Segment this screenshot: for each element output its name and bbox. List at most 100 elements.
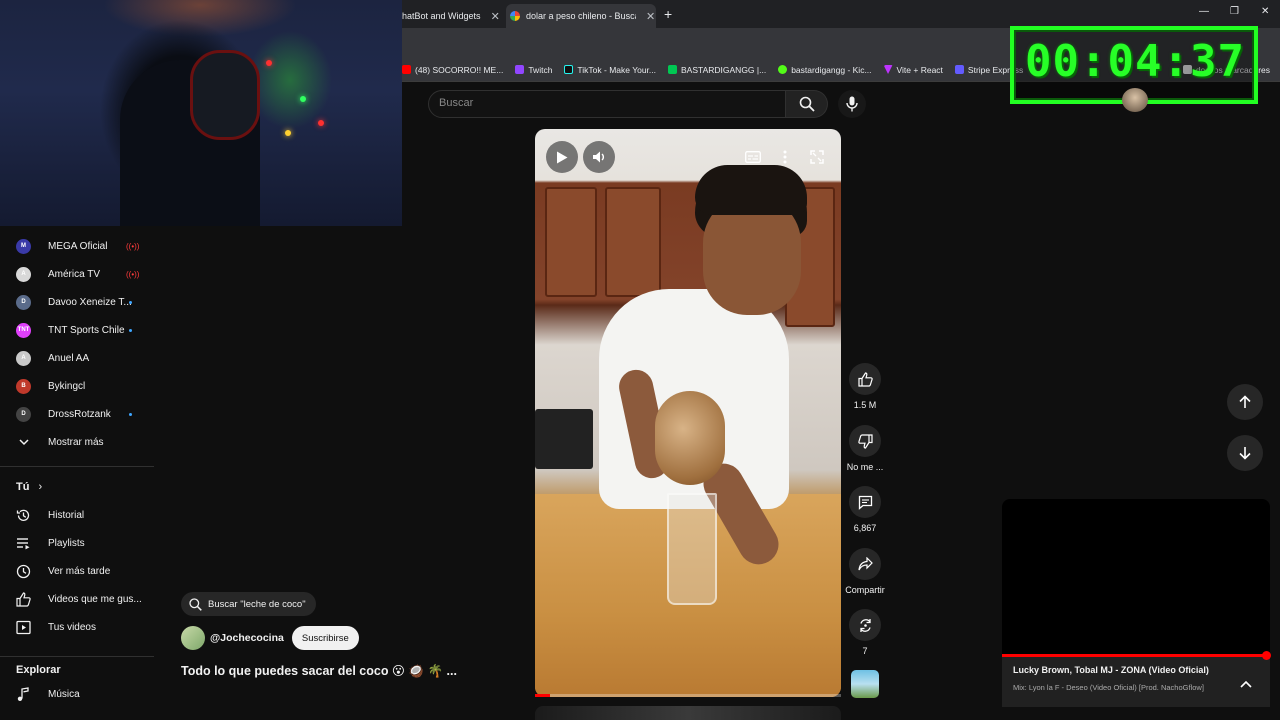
tree-light xyxy=(318,120,324,126)
bookmark[interactable]: BASTARDIGANGG |... xyxy=(668,65,766,75)
fullscreen-icon[interactable] xyxy=(808,149,826,165)
sidebar-item-label: Videos que me gus... xyxy=(48,593,142,605)
tab-title: dolar a peso chileno - Buscar co xyxy=(526,11,636,21)
search-icon xyxy=(189,597,202,611)
mini-player-progress[interactable] xyxy=(1002,654,1266,657)
account-avatar[interactable] xyxy=(1122,88,1148,112)
sidebar-item-watch-later[interactable]: Ver más tarde xyxy=(0,557,154,585)
bookmark[interactable]: Twitch xyxy=(515,65,552,75)
bookmark-label: (48) SOCORRO!! ME... xyxy=(415,64,504,75)
channel-avatar: TNT xyxy=(16,322,31,338)
sidebar-subscription[interactable]: B Bykingcl xyxy=(0,372,154,400)
comments-action[interactable]: 6,867 xyxy=(848,486,882,533)
bookmark[interactable]: TikTok - Make Your... xyxy=(564,65,656,75)
kick-icon xyxy=(778,65,788,74)
next-short-button[interactable] xyxy=(1227,435,1263,471)
stream-timer: 00:04:37 xyxy=(1025,36,1245,87)
tab-title: hatBot and Widgets xyxy=(402,11,481,21)
new-tab-icon[interactable]: + xyxy=(664,6,672,22)
sidebar-item-history[interactable]: Historial xyxy=(0,501,154,529)
kitchen-cabinet xyxy=(605,187,661,297)
play-button[interactable] xyxy=(546,141,578,173)
subscription-label: Anuel AA xyxy=(48,352,90,364)
dislike-button[interactable] xyxy=(849,425,881,457)
bookmark-label: TikTok - Make Your... xyxy=(577,64,657,75)
expand-mini-player-button[interactable] xyxy=(1240,675,1252,693)
browser-tab[interactable]: hatBot and Widgets ✕ xyxy=(402,4,502,28)
subscription-label: DrossRotzank xyxy=(48,408,111,420)
close-tab-icon[interactable]: ✕ xyxy=(491,10,500,23)
tiktok-icon xyxy=(564,65,574,74)
next-short-preview xyxy=(535,706,841,720)
volume-icon xyxy=(593,151,604,163)
channel-avatar: D xyxy=(16,406,31,422)
more-options-icon[interactable] xyxy=(778,149,792,165)
subscription-label: América TV xyxy=(48,268,101,280)
browser-tab-active[interactable]: dolar a peso chileno - Buscar co ✕ xyxy=(506,4,656,28)
channel-avatar: B xyxy=(16,378,31,394)
remix-icon xyxy=(859,618,871,632)
divider xyxy=(0,466,154,467)
sidebar-subscription[interactable]: TNT TNT Sports Chile xyxy=(0,316,154,344)
comments-button[interactable] xyxy=(849,486,881,518)
search-button[interactable] xyxy=(786,90,828,118)
minimize-icon[interactable]: — xyxy=(1199,6,1209,17)
mini-player-scrubber[interactable] xyxy=(1262,651,1271,660)
bookmark[interactable]: Vite + React xyxy=(883,65,943,75)
related-search-chip[interactable]: Buscar "leche de coco" xyxy=(181,592,316,616)
bookmark[interactable]: bastardigangg - Kic... xyxy=(778,65,872,75)
sidebar-subscription[interactable]: M MEGA Oficial ((•)) xyxy=(0,232,154,260)
like-action[interactable]: 1.5 M xyxy=(848,363,882,410)
channel-avatar[interactable] xyxy=(181,626,205,650)
channel-name[interactable]: @Jochecocina xyxy=(210,632,284,644)
dislike-label: No me ... xyxy=(846,462,884,472)
close-window-icon[interactable]: ✕ xyxy=(1261,6,1269,17)
sidebar-item-your-videos[interactable]: Tus videos xyxy=(0,613,154,641)
like-count: 1.5 M xyxy=(853,400,877,410)
voice-search-button[interactable] xyxy=(838,90,866,118)
channel-avatar: A xyxy=(16,350,31,366)
arrow-up-icon xyxy=(1239,395,1251,408)
remix-action[interactable]: 7 xyxy=(848,609,882,656)
sidebar-item-like[interactable]: Videos que me gus... xyxy=(0,585,154,613)
sidebar-subscription[interactable]: A Anuel AA xyxy=(0,344,154,372)
chevron-down-icon xyxy=(16,435,31,450)
close-tab-icon[interactable]: ✕ xyxy=(646,10,655,23)
subscribe-button[interactable]: Suscribirse xyxy=(291,626,359,650)
like-icon xyxy=(16,591,31,607)
short-video-player[interactable] xyxy=(535,129,841,697)
sidebar: M MEGA Oficial ((•)) A América TV ((•)) D Davoo… xyxy=(0,226,154,720)
live-indicator-icon: ((•)) xyxy=(126,241,140,251)
kick-icon xyxy=(668,65,678,74)
subscription-label: TNT Sports Chile xyxy=(48,324,125,336)
dislike-action[interactable]: No me ... xyxy=(847,425,883,472)
short-title[interactable]: Todo lo que puedes sacar del coco 😮 🥥 🌴 … xyxy=(181,663,457,679)
volume-button[interactable] xyxy=(583,141,615,173)
share-action[interactable]: Compartir xyxy=(845,548,885,595)
sound-thumbnail[interactable] xyxy=(851,670,879,698)
bookmark[interactable]: (48) SOCORRO!! ME... xyxy=(402,65,503,75)
channel-row: @Jochecocina Suscribirse xyxy=(181,625,359,651)
previous-short-button[interactable] xyxy=(1227,384,1263,420)
search-input[interactable] xyxy=(428,90,786,118)
sidebar-item-music[interactable]: Música xyxy=(0,680,154,708)
show-more-button[interactable]: Mostrar más xyxy=(0,428,154,456)
like-button[interactable] xyxy=(849,363,881,395)
sidebar-subscription[interactable]: A América TV ((•)) xyxy=(0,260,154,288)
captions-icon[interactable] xyxy=(744,149,762,165)
chevron-right-icon: › xyxy=(38,481,43,493)
comment-count: 6,867 xyxy=(853,523,877,533)
sidebar-subscription[interactable]: D Davoo Xeneize T... xyxy=(0,288,154,316)
related-search-label: Buscar "leche de coco" xyxy=(208,598,306,610)
remix-count: 7 xyxy=(862,646,868,656)
sidebar-subscription[interactable]: D DrossRotzank xyxy=(0,400,154,428)
video-progress-bar[interactable] xyxy=(535,694,841,697)
share-button[interactable] xyxy=(849,548,881,580)
remix-button[interactable] xyxy=(849,609,881,641)
subscription-label: Bykingcl xyxy=(48,380,86,392)
you-section-header[interactable]: Tú › xyxy=(16,481,42,493)
sidebar-item-playlists[interactable]: Playlists xyxy=(0,529,154,557)
explore-section-header: Explorar xyxy=(16,664,61,676)
restore-icon[interactable]: ❐ xyxy=(1230,6,1239,17)
share-label: Compartir xyxy=(845,585,885,595)
